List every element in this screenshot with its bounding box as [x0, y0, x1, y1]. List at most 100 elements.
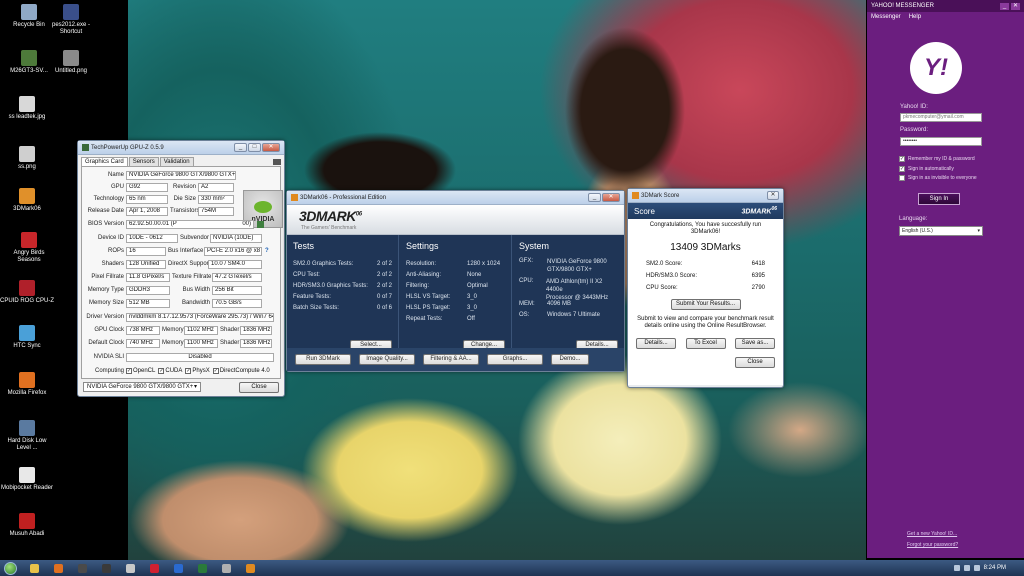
score-details-button[interactable]: Details... — [636, 338, 676, 349]
menu-help[interactable]: Help — [909, 14, 921, 20]
submit-results-button[interactable]: Submit Your Results... — [670, 299, 741, 310]
desktop-icon[interactable]: ss leadtek.jpg — [0, 96, 54, 121]
remember-checkbox[interactable]: ✓ Remember my ID & password — [899, 156, 975, 162]
taskbar-app-app6[interactable] — [144, 561, 164, 575]
physx-checkbox[interactable]: ✓ PhysX — [185, 368, 210, 374]
release-date-field[interactable]: Apr 1, 2008 — [126, 206, 168, 216]
maximize-button[interactable]: □ — [248, 143, 261, 152]
technology-field[interactable]: 65 nm — [126, 194, 168, 204]
minimize-button[interactable]: _ — [234, 143, 247, 152]
score-titlebar[interactable]: 3DMark Score ✕ — [628, 189, 783, 203]
default-memory-field[interactable]: 1100 MHz — [184, 338, 218, 348]
filtering-aa-button[interactable]: Filtering & AA... — [423, 354, 479, 365]
memory-clock-field[interactable]: 1102 MHz — [184, 325, 218, 335]
sli-field[interactable]: Disabled — [126, 352, 274, 362]
yahoo-id-input[interactable]: pkmecomputer@ymail.com — [900, 113, 982, 122]
memory-size-field[interactable]: 512 MB — [126, 298, 170, 308]
desktop-icon[interactable]: pes2012.exe - Shortcut — [44, 4, 98, 36]
desktop-icon[interactable]: CPUID ROG CPU-Z — [0, 280, 54, 305]
volume-icon[interactable] — [973, 565, 980, 571]
close-icon[interactable]: ✕ — [1011, 2, 1020, 10]
help-icon[interactable]: ? — [265, 248, 269, 254]
bios-save-icon[interactable] — [257, 220, 264, 228]
password-input[interactable]: •••••••• — [900, 137, 982, 146]
taskbar-app-app5[interactable] — [120, 561, 140, 575]
texture-fillrate-field[interactable]: 47.2 GTexel/s — [212, 272, 262, 282]
taskbar-app-app3[interactable] — [72, 561, 92, 575]
desktop-icon[interactable]: Musuh Abadi — [0, 513, 54, 538]
graphs-button[interactable]: Graphs... — [487, 354, 543, 365]
start-button[interactable] — [0, 560, 20, 576]
sign-in-button[interactable]: Sign In — [918, 193, 960, 205]
taskbar-app-app7[interactable] — [168, 561, 188, 575]
image-quality-button[interactable]: Image Quality... — [359, 354, 415, 365]
desktop-icon[interactable]: 3DMark06 — [0, 188, 54, 213]
gpu-clock-field[interactable]: 738 MHz — [126, 325, 160, 335]
run-3dmark-button[interactable]: Run 3DMark — [295, 354, 351, 365]
device-id-field[interactable]: 10DE - 0612 — [126, 233, 178, 243]
new-id-link[interactable]: Get a new Yahoo! ID... — [907, 531, 957, 537]
forgot-password-link[interactable]: Forgot your password? — [907, 542, 958, 548]
bus-interface-field[interactable]: PCI-E 2.0 x16 @ x8 2.0 — [204, 246, 262, 256]
revision-field[interactable]: A2 — [198, 182, 234, 192]
desktop-icon[interactable]: HTC Sync — [0, 325, 54, 350]
language-dropdown[interactable]: English (U.S.) ▾ — [899, 226, 983, 236]
tab-graphics-card[interactable]: Graphics Card — [81, 157, 128, 166]
clock[interactable]: 8:24 PM — [984, 565, 1006, 571]
directcompute-checkbox[interactable]: ✓ DirectCompute 4.0 — [212, 368, 270, 374]
gpu-field[interactable]: G92 — [126, 182, 168, 192]
close-icon[interactable]: ✕ — [262, 143, 280, 152]
desktop-icon[interactable]: Mobipocket Reader — [0, 467, 54, 492]
tray-arrow-icon[interactable] — [953, 565, 960, 571]
close-icon[interactable]: ✕ — [767, 191, 779, 200]
taskbar-app-app4[interactable] — [96, 561, 116, 575]
gpuz-close-button[interactable]: Close — [239, 382, 279, 393]
taskbar-app-app9[interactable] — [216, 561, 236, 575]
close-icon[interactable]: ✕ — [602, 193, 620, 202]
desktop-icon[interactable]: Angry Birds Seasons — [2, 232, 56, 264]
directx-support-field[interactable]: 10.0 / SM4.0 — [208, 259, 262, 269]
desktop-icon[interactable]: Mozilla Firefox — [0, 372, 54, 397]
driver-version-field[interactable]: nvlddmkm 8.17.12.9573 (ForceWare 295.73)… — [126, 312, 274, 322]
taskbar-app-app8[interactable] — [192, 561, 212, 575]
opencl-checkbox[interactable]: ✓ OpenCL — [126, 368, 155, 374]
memory-type-field[interactable]: GDDR3 — [126, 285, 170, 295]
bandwidth-field[interactable]: 70.5 GB/s — [212, 298, 262, 308]
default-clock-field[interactable]: 740 MHz — [126, 338, 160, 348]
shaders-field[interactable]: 128 Unified — [126, 259, 166, 269]
camera-icon[interactable] — [273, 159, 281, 165]
to-excel-button[interactable]: To Excel — [685, 338, 726, 349]
rops-field[interactable]: 16 — [126, 246, 166, 256]
cuda-checkbox[interactable]: ✓ CUDA — [158, 368, 182, 374]
desktop-icon[interactable]: Untitled.png — [44, 50, 98, 75]
bus-width-field[interactable]: 256 Bit — [212, 285, 262, 295]
save-as-button[interactable]: Save as... — [735, 338, 775, 349]
auto-signin-checkbox[interactable]: ✓ Sign in automatically — [899, 166, 954, 172]
demo-button[interactable]: Demo... — [551, 354, 589, 365]
tdmark-titlebar[interactable]: 3DMark06 - Professional Edition _ ✕ — [287, 191, 624, 205]
yahoo-titlebar[interactable]: YAHOO! MESSENGER _ ✕ — [867, 0, 1024, 12]
taskbar-app-app10[interactable] — [240, 561, 260, 575]
pixel-fillrate-field[interactable]: 11.8 GPixel/s — [126, 272, 170, 282]
minimize-button[interactable]: _ — [588, 193, 601, 202]
die-size-field[interactable]: 330 mm² — [198, 194, 234, 204]
invisible-checkbox[interactable]: Sign in as invisible to everyone — [899, 175, 977, 181]
desktop-icon[interactable]: ss.png — [0, 146, 54, 171]
name-field[interactable]: NVIDIA GeForce 9800 GTX/9800 GTX+ — [126, 170, 236, 180]
bios-field[interactable]: 62.92.50.00.01 (P 00) — [126, 219, 254, 229]
score-close-button[interactable]: Close — [735, 357, 775, 368]
taskbar-app-explorer[interactable] — [24, 561, 44, 575]
network-icon[interactable] — [963, 565, 970, 571]
taskbar-app-firefox[interactable] — [48, 561, 68, 575]
shader-clock-field[interactable]: 1836 MHz — [240, 325, 272, 335]
gpuz-titlebar[interactable]: TechPowerUp GPU-Z 0.5.9 _ □ ✕ — [78, 141, 284, 155]
menu-messenger[interactable]: Messenger — [871, 14, 901, 20]
subvendor-field[interactable]: NVIDIA (10DE) — [210, 233, 262, 243]
desktop-icon[interactable]: Hard Disk Low Level ... — [0, 420, 54, 452]
default-shader-field[interactable]: 1836 MHz — [240, 338, 272, 348]
tab-validation[interactable]: Validation — [159, 157, 194, 166]
gpu-selector-dropdown[interactable]: NVIDIA GeForce 9800 GTX/9800 GTX+ ▾ — [83, 382, 201, 392]
minimize-button[interactable]: _ — [1000, 2, 1009, 10]
transistors-field[interactable]: 754M — [198, 206, 234, 216]
tab-sensors[interactable]: Sensors — [128, 157, 159, 166]
